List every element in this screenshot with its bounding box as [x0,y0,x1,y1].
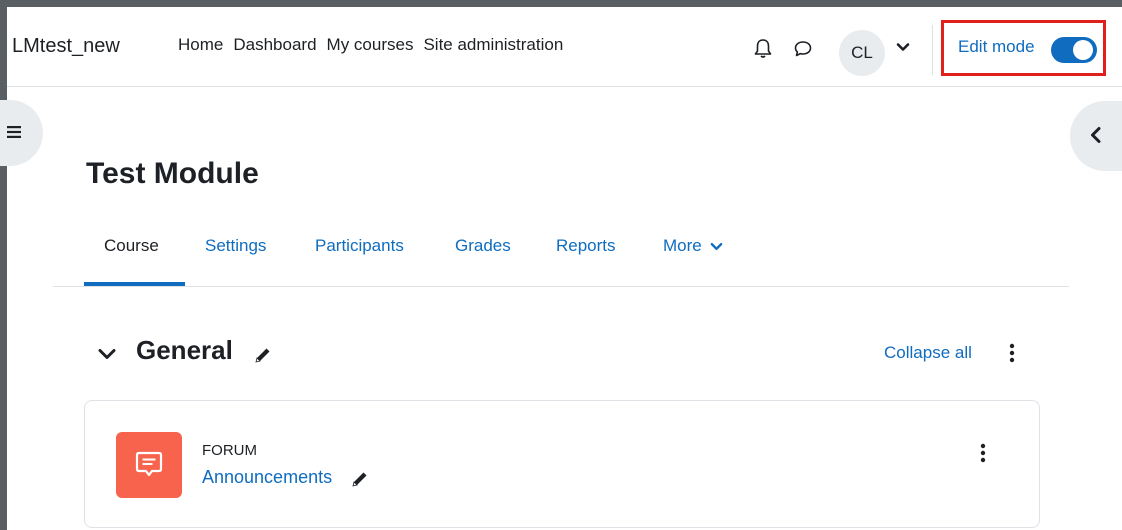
chat-icon[interactable] [792,37,814,59]
tab-course[interactable]: Course [104,236,159,256]
tab-participants[interactable]: Participants [315,236,404,256]
open-block-drawer-button[interactable] [1070,101,1122,171]
nav-dashboard[interactable]: Dashboard [233,35,316,55]
tab-settings[interactable]: Settings [205,236,266,256]
activity-card: FORUM Announcements [84,400,1040,528]
bell-icon[interactable] [752,37,774,59]
nav-my-courses[interactable]: My courses [327,35,414,55]
nav-home[interactable]: Home [178,35,223,55]
open-course-index-button[interactable] [0,100,43,166]
active-tab-indicator [84,282,185,286]
primary-navigation: Home Dashboard My courses Site administr… [178,35,573,55]
kebab-icon[interactable] [1009,343,1015,368]
navbar-divider [932,25,933,75]
chevron-left-icon [1091,127,1101,143]
kebab-icon[interactable] [980,443,986,468]
chevron-down-icon [98,349,116,359]
top-navbar: LMtest_new Home Dashboard My courses Sit… [7,7,1122,87]
toggle-knob [1073,40,1093,60]
site-name[interactable]: LMtest_new [12,35,120,58]
pencil-icon[interactable] [254,346,272,369]
tab-more-label: More [663,236,702,255]
user-avatar[interactable]: CL [839,30,885,76]
forum-icon [116,432,182,498]
edit-mode-label[interactable]: Edit mode [958,37,1035,57]
tab-grades[interactable]: Grades [455,236,511,256]
secondary-navigation: Course Settings Participants Grades Repo… [53,225,1069,287]
collapse-all-link[interactable]: Collapse all [884,343,972,363]
edit-mode-toggle[interactable] [1051,37,1097,63]
chevron-down-icon [711,242,723,251]
hamburger-icon [7,126,21,138]
nav-site-administration[interactable]: Site administration [423,35,563,55]
chevron-down-icon[interactable] [896,40,910,54]
window-frame-left [0,0,7,530]
activity-type-label: FORUM [202,442,257,459]
activity-name-link[interactable]: Announcements [202,467,332,488]
section-collapse-toggle[interactable] [97,346,117,367]
tab-reports[interactable]: Reports [556,236,616,256]
section-title: General [136,335,233,365]
edit-mode-highlight: Edit mode [941,20,1106,76]
window-frame-top [0,0,1122,7]
page-title: Test Module [86,157,259,190]
tab-more[interactable]: More [663,236,723,256]
pencil-icon[interactable] [351,470,369,493]
